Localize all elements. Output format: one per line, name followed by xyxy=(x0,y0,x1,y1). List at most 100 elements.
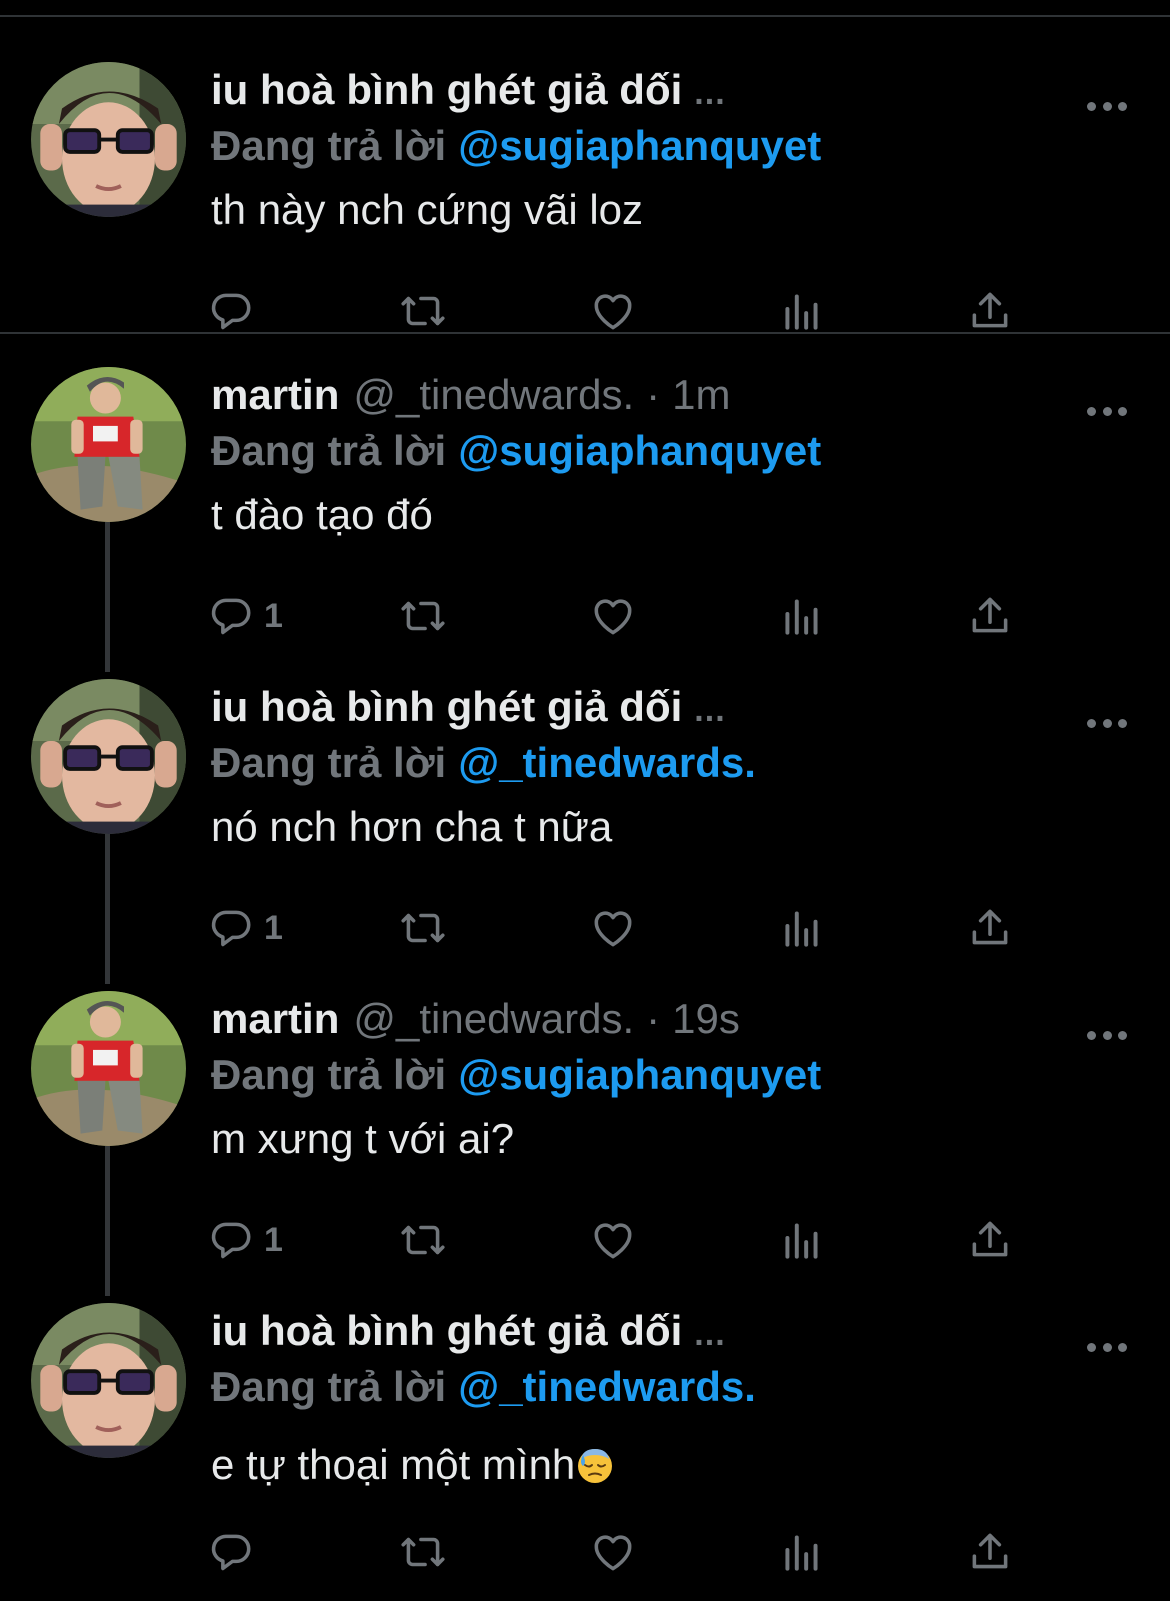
author-name[interactable]: martin xyxy=(211,365,339,425)
like-button[interactable] xyxy=(588,903,638,953)
views-button[interactable] xyxy=(777,591,827,641)
author-handle[interactable]: @_tinedwards. xyxy=(353,365,634,425)
tweet-header: martin @_tinedwards. · 1m xyxy=(211,365,731,425)
author-name[interactable]: martin xyxy=(211,989,339,1049)
top-divider xyxy=(0,15,1170,17)
author-handle[interactable]: @_tinedwards. xyxy=(353,989,634,1049)
retweet-button[interactable] xyxy=(398,1215,448,1265)
retweet-icon xyxy=(401,1537,445,1567)
avatar[interactable] xyxy=(31,367,186,522)
tweet-header: iu hoà bình ghét giả dối ... xyxy=(211,60,726,120)
reply-icon xyxy=(211,910,251,947)
reply-button[interactable]: 1 xyxy=(206,1215,283,1265)
retweet-button[interactable] xyxy=(398,903,448,953)
replying-to: Đang trả lời @sugiaphanquyet xyxy=(211,421,821,481)
avatar[interactable] xyxy=(31,62,186,217)
share-icon xyxy=(972,909,1008,945)
more-options-icon[interactable] xyxy=(1087,405,1127,417)
tweet-time[interactable]: 19s xyxy=(672,989,740,1049)
share-icon xyxy=(972,597,1008,633)
like-button[interactable] xyxy=(588,591,638,641)
replying-to-handle[interactable]: @_tinedwards. xyxy=(458,739,756,786)
reply-count: 1 xyxy=(264,596,283,635)
more-options-icon[interactable] xyxy=(1087,1341,1127,1353)
avatar[interactable] xyxy=(31,1303,186,1458)
tweet-header: martin @_tinedwards. · 19s xyxy=(211,989,740,1049)
tweet-text: t đào tạo đó xyxy=(211,491,433,538)
replying-to-handle[interactable]: @sugiaphanquyet xyxy=(458,122,821,169)
like-button[interactable] xyxy=(588,1215,638,1265)
tweet-text: e tự thoại một mình xyxy=(211,1435,615,1495)
more-options-icon[interactable] xyxy=(1087,717,1127,729)
reply-count: 1 xyxy=(264,1220,283,1259)
reply-icon xyxy=(211,1222,251,1259)
tweet-header: iu hoà bình ghét giả dối ... xyxy=(211,677,726,737)
more-options-icon[interactable] xyxy=(1087,100,1127,112)
retweet-button[interactable] xyxy=(398,1527,448,1577)
retweet-button[interactable] xyxy=(398,591,448,641)
reply-button[interactable]: 1 xyxy=(206,903,283,953)
reply-icon xyxy=(211,598,251,635)
truncated-ellipsis: ... xyxy=(694,74,726,112)
tweet[interactable]: iu hoà bình ghét giả dối ... Đang trả lờ… xyxy=(0,20,1170,334)
like-button[interactable] xyxy=(588,1527,638,1577)
avatar-red-shirt-image xyxy=(31,991,186,1146)
tweet-text: th này nch cứng vãi loz xyxy=(211,186,644,233)
avatar-glasses-image xyxy=(31,1303,186,1458)
tweet-actions xyxy=(0,1527,1170,1577)
truncated-ellipsis: ... xyxy=(694,691,726,729)
share-icon xyxy=(972,1221,1008,1257)
share-button[interactable] xyxy=(965,903,1015,953)
views-icon xyxy=(785,911,818,947)
replying-to-handle[interactable]: @_tinedwards. xyxy=(458,1363,756,1410)
reply-button[interactable] xyxy=(206,1527,264,1577)
replying-to-label: Đang trả lời xyxy=(211,1363,447,1410)
replying-to-label: Đang trả lời xyxy=(211,739,447,786)
avatar[interactable] xyxy=(31,991,186,1146)
avatar-red-shirt-image xyxy=(31,367,186,522)
share-button[interactable] xyxy=(965,591,1015,641)
tweet-time[interactable]: 1m xyxy=(672,365,730,425)
views-icon xyxy=(785,1535,818,1571)
header-separator: · xyxy=(646,995,661,1042)
views-button[interactable] xyxy=(777,1527,827,1577)
like-icon xyxy=(594,599,632,635)
replying-to-handle[interactable]: @sugiaphanquyet xyxy=(458,427,821,474)
like-icon xyxy=(594,911,632,947)
truncated-ellipsis: ... xyxy=(694,1315,726,1353)
tweet-header: iu hoà bình ghét giả dối ... xyxy=(211,1301,726,1361)
share-button[interactable] xyxy=(965,1215,1015,1265)
views-button[interactable] xyxy=(777,903,827,953)
tweet-text: m xưng t với ai? xyxy=(211,1115,515,1162)
replying-to-label: Đang trả lời xyxy=(211,122,447,169)
tweet-text-content: e tự thoại một mình xyxy=(211,1441,576,1488)
replying-to: Đang trả lời @sugiaphanquyet xyxy=(211,116,821,176)
tweet-actions: 1 xyxy=(0,591,1170,641)
retweet-icon xyxy=(401,913,445,943)
author-name[interactable]: iu hoà bình ghét giả dối xyxy=(211,677,682,737)
tweet[interactable]: iu hoà bình ghét giả dối ... Đang trả lờ… xyxy=(0,1261,1170,1573)
views-icon xyxy=(785,1223,818,1259)
share-button[interactable] xyxy=(965,1527,1015,1577)
like-icon xyxy=(594,1535,632,1571)
downcast-face-with-sweat-emoji xyxy=(578,1449,613,1483)
tweet-actions: 1 xyxy=(0,903,1170,953)
header-separator: · xyxy=(646,371,661,418)
avatar[interactable] xyxy=(31,679,186,834)
reply-button[interactable]: 1 xyxy=(206,591,283,641)
tweet[interactable]: martin @_tinedwards. · 1m Đang trả lời @s… xyxy=(0,325,1170,672)
views-button[interactable] xyxy=(777,1215,827,1265)
more-options-icon[interactable] xyxy=(1087,1029,1127,1041)
author-name[interactable]: iu hoà bình ghét giả dối xyxy=(211,1301,682,1361)
reply-count: 1 xyxy=(264,908,283,947)
replying-to-label: Đang trả lời xyxy=(211,1051,447,1098)
replying-to-handle[interactable]: @sugiaphanquyet xyxy=(458,1051,821,1098)
tweet[interactable]: martin @_tinedwards. · 19s Đang trả lời @… xyxy=(0,949,1170,1296)
author-name[interactable]: iu hoà bình ghét giả dối xyxy=(211,60,682,120)
like-icon xyxy=(594,1223,632,1259)
replying-to: Đang trả lời @sugiaphanquyet xyxy=(211,1045,821,1105)
retweet-icon xyxy=(401,1225,445,1255)
avatar-glasses-image xyxy=(31,62,186,217)
tweet[interactable]: iu hoà bình ghét giả dối ... Đang trả lờ… xyxy=(0,637,1170,984)
tweet-actions: 1 xyxy=(0,1215,1170,1265)
